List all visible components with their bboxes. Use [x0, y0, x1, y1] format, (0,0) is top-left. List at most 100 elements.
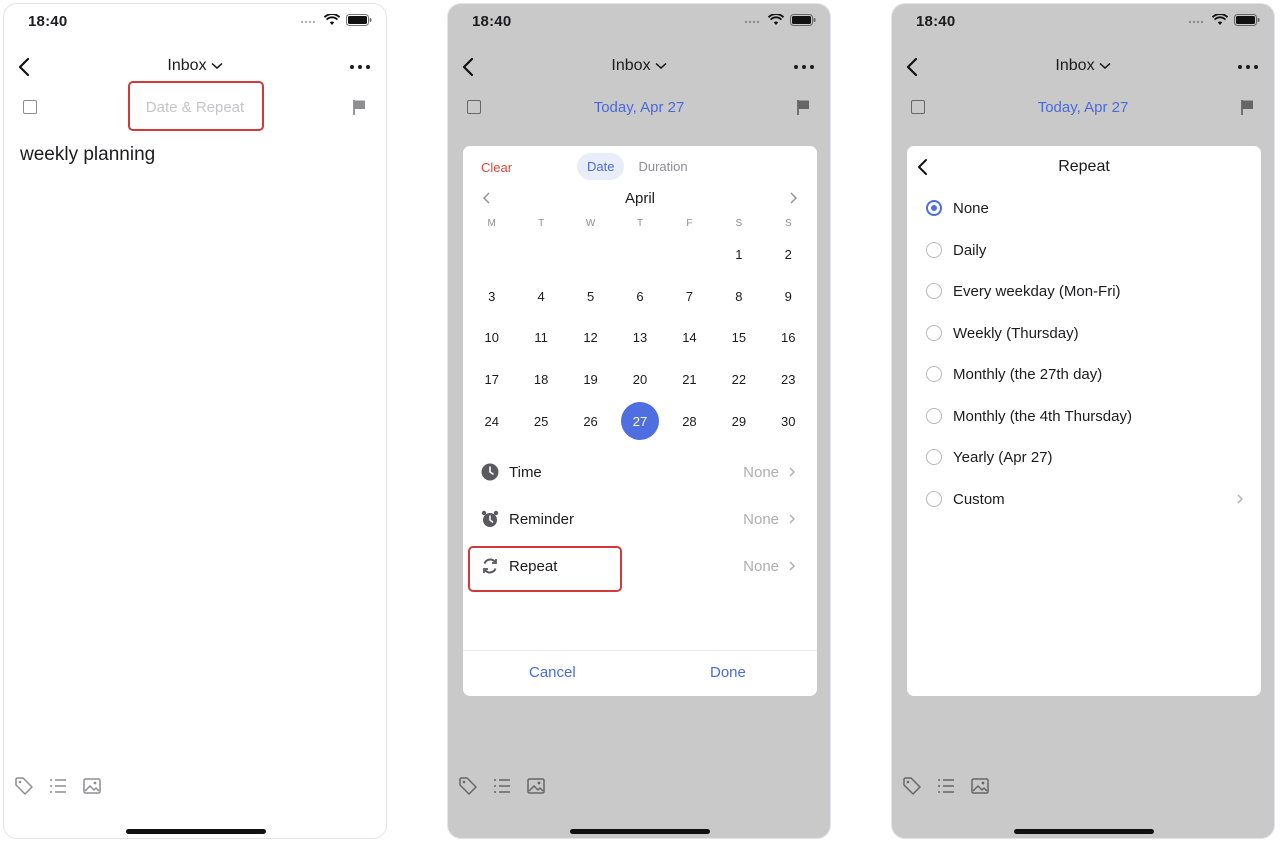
calendar-day[interactable]: 25	[516, 400, 565, 442]
image-icon[interactable]	[526, 776, 546, 796]
date-button[interactable]: Today, Apr 27	[892, 99, 1274, 116]
calendar-day[interactable]: 4	[516, 276, 565, 318]
calendar-day[interactable]: 11	[516, 317, 565, 359]
calendar-day[interactable]: 1	[714, 234, 763, 276]
project-selector[interactable]: Inbox	[892, 57, 1274, 75]
repeat-option-weekday[interactable]: Every weekday (Mon-Fri)	[924, 279, 1245, 305]
chevron-down-icon	[655, 62, 667, 69]
radio[interactable]	[926, 366, 942, 382]
radio[interactable]	[926, 449, 942, 465]
repeat-value: None	[743, 558, 779, 575]
repeat-option-label: Monthly (the 27th day)	[953, 366, 1103, 383]
calendar-day[interactable]: 21	[665, 359, 714, 401]
flag-icon[interactable]	[1238, 98, 1256, 116]
more-icon[interactable]	[794, 65, 814, 69]
project-selector[interactable]: Inbox	[4, 57, 386, 75]
calendar-day[interactable]: 12	[566, 317, 615, 359]
repeat-option-monthly-weekday[interactable]: Monthly (the 4th Thursday)	[924, 404, 1245, 430]
cancel-button[interactable]: Cancel	[529, 664, 576, 681]
radio[interactable]	[926, 325, 942, 341]
calendar-day-label: 28	[682, 413, 697, 429]
alarm-icon	[481, 510, 499, 527]
reminder-value: None	[743, 511, 779, 528]
calendar-day[interactable]: 26	[566, 400, 615, 442]
repeat-option-daily[interactable]: Daily	[924, 238, 1245, 264]
image-icon[interactable]	[970, 776, 990, 796]
tag-icon[interactable]	[458, 776, 478, 796]
calendar-day[interactable]: 15	[714, 317, 763, 359]
calendar-day-label: 23	[781, 372, 796, 388]
repeat-title: Repeat	[1058, 158, 1110, 175]
calendar-day-label: 3	[488, 288, 496, 304]
calendar-day[interactable]: 24	[467, 400, 516, 442]
tag-icon[interactable]	[902, 776, 922, 796]
tab-date[interactable]: Date	[577, 153, 625, 180]
calendar-day[interactable]: 30	[764, 400, 813, 442]
calendar-day[interactable]: 20	[615, 359, 664, 401]
calendar-day[interactable]: 27	[615, 400, 664, 442]
repeat-option-weekly[interactable]: Weekly (Thursday)	[924, 321, 1245, 347]
repeat-option-none[interactable]: None	[924, 196, 1245, 222]
time-row[interactable]: Time None	[479, 458, 799, 486]
checklist-icon[interactable]	[936, 776, 956, 796]
chevron-right-icon	[789, 561, 795, 571]
nav-bar: Inbox	[448, 48, 830, 84]
calendar-day[interactable]: 29	[714, 400, 763, 442]
repeat-option-custom[interactable]: Custom	[924, 487, 1245, 513]
more-icon[interactable]	[350, 65, 370, 69]
radio[interactable]	[926, 491, 942, 507]
radio[interactable]	[926, 408, 942, 424]
weekday-label: S	[735, 218, 743, 229]
radio[interactable]	[926, 283, 942, 299]
date-button[interactable]: Today, Apr 27	[448, 99, 830, 116]
calendar-day[interactable]: 3	[467, 276, 516, 318]
calendar-day[interactable]: 22	[714, 359, 763, 401]
checklist-icon[interactable]	[48, 776, 68, 796]
calendar-day[interactable]: 2	[764, 234, 813, 276]
status-icons	[744, 14, 816, 26]
cellular-icon	[300, 20, 316, 24]
flag-icon[interactable]	[794, 98, 812, 116]
calendar-day-label: 15	[731, 330, 747, 346]
calendar-day-label: 20	[632, 372, 648, 388]
calendar-day[interactable]: 7	[665, 276, 714, 318]
nav-title: Inbox	[611, 57, 651, 74]
calendar-day[interactable]: 19	[566, 359, 615, 401]
calendar-day[interactable]: 23	[764, 359, 813, 401]
calendar-day[interactable]: 10	[467, 317, 516, 359]
status-time: 18:40	[916, 13, 956, 30]
calendar-day[interactable]: 14	[665, 317, 714, 359]
calendar-day[interactable]: 18	[516, 359, 565, 401]
checklist-icon[interactable]	[492, 776, 512, 796]
repeat-option-yearly[interactable]: Yearly (Apr 27)	[924, 445, 1245, 471]
chevron-right-icon[interactable]	[787, 192, 799, 204]
calendar-day[interactable]: 8	[714, 276, 763, 318]
more-icon[interactable]	[1238, 65, 1258, 69]
weekday-label: F	[686, 218, 693, 229]
tag-icon[interactable]	[14, 776, 34, 796]
date-duration-tabs: Date Duration	[577, 153, 698, 180]
done-button[interactable]: Done	[710, 664, 746, 681]
radio-selected[interactable]	[926, 200, 942, 216]
calendar-day[interactable]: 28	[665, 400, 714, 442]
calendar-day[interactable]: 13	[615, 317, 664, 359]
project-selector[interactable]: Inbox	[448, 57, 830, 75]
flag-icon[interactable]	[350, 98, 368, 116]
calendar-grid: 1 2 3 4 5 6 7 8 9 10 11 12 13 14 15 16 17 18 19 20 21 22 23 24 2…	[467, 234, 813, 442]
radio[interactable]	[926, 242, 942, 258]
calendar-day-label: 14	[682, 330, 697, 346]
calendar-empty-cell	[665, 234, 714, 276]
calendar-day[interactable]: 6	[615, 276, 664, 318]
weekday-label: T	[538, 218, 545, 229]
calendar-day[interactable]: 16	[764, 317, 813, 359]
month-label: April	[624, 190, 655, 207]
image-icon[interactable]	[82, 776, 102, 796]
clear-button[interactable]: Clear	[481, 160, 512, 175]
repeat-option-monthly-day[interactable]: Monthly (the 27th day)	[924, 362, 1245, 388]
calendar-day[interactable]: 17	[467, 359, 516, 401]
reminder-row[interactable]: Reminder None	[479, 505, 799, 533]
calendar-day[interactable]: 9	[764, 276, 813, 318]
task-title[interactable]: weekly planning	[20, 144, 155, 166]
tab-duration[interactable]: Duration	[628, 153, 697, 180]
calendar-day[interactable]: 5	[566, 276, 615, 318]
